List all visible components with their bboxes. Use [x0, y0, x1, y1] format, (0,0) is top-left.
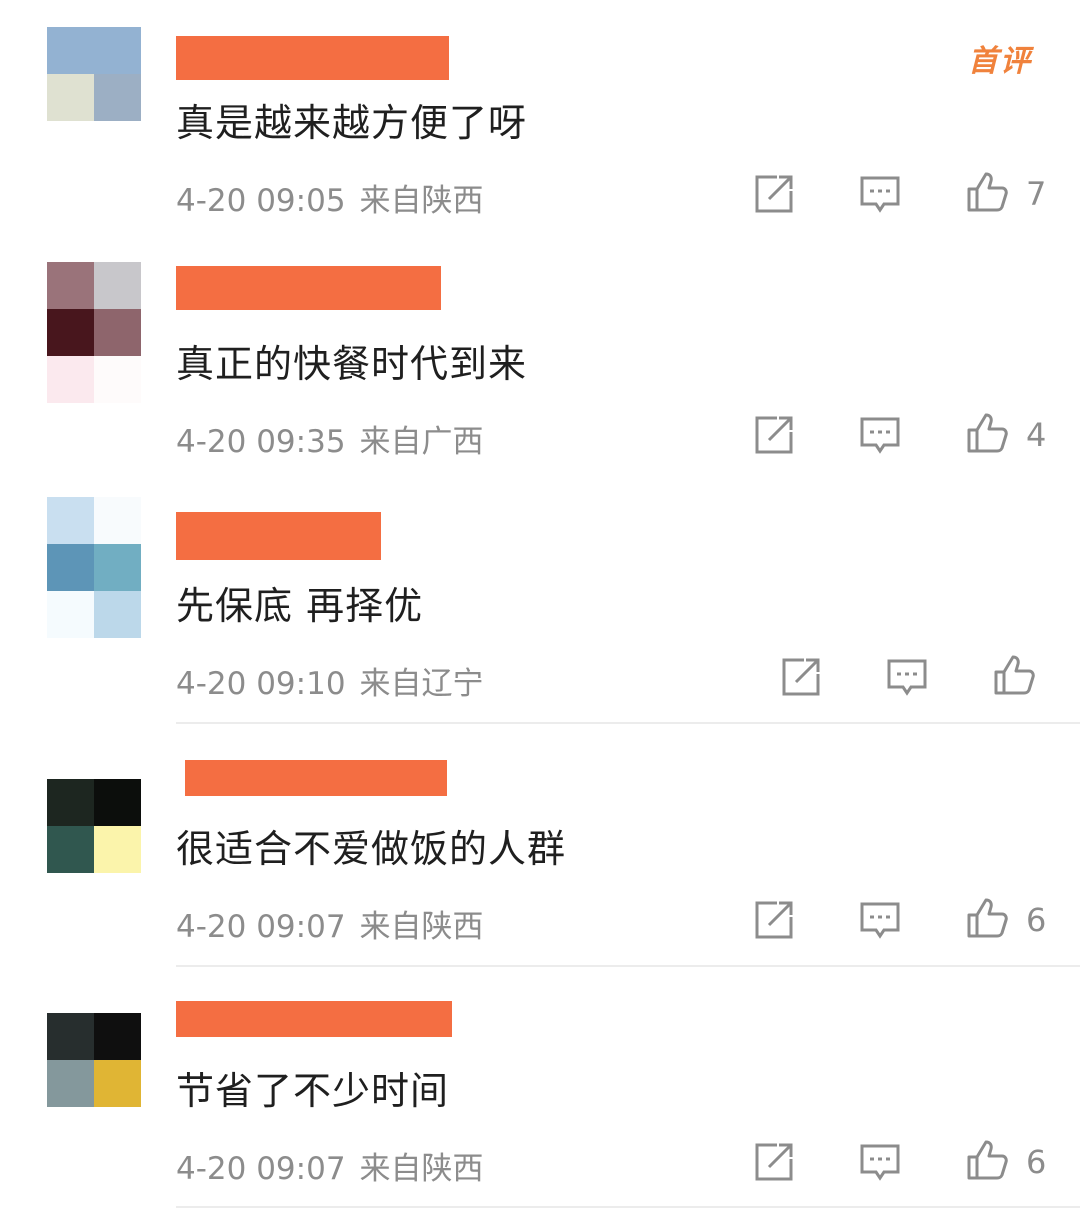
comment-meta: 4-20 09:10 来自辽宁 [176, 658, 484, 703]
comment-time: 4-20 09:07 [176, 909, 346, 945]
comment-text: 真是越来越方便了呀 [176, 101, 528, 145]
like-count: 6 [1026, 1143, 1047, 1181]
username-redacted[interactable] [185, 760, 447, 796]
avatar[interactable] [47, 1013, 141, 1107]
comment-time: 4-20 09:35 [176, 424, 346, 460]
divider [176, 722, 1080, 724]
thumbs-up-icon[interactable] [966, 1139, 1008, 1181]
share-icon[interactable] [753, 414, 795, 456]
first-comment-badge: 首评 [968, 44, 1032, 79]
comment-icon[interactable] [859, 414, 901, 456]
comment-time: 4-20 09:05 [176, 183, 346, 219]
comment-icon[interactable] [859, 1141, 901, 1183]
thumbs-up-icon[interactable] [966, 412, 1008, 454]
like-count: 6 [1026, 901, 1047, 939]
comment-icon[interactable] [859, 173, 901, 215]
comment-location: 来自陕西 [359, 909, 484, 945]
comment-meta: 4-20 09:35 来自广西 [176, 416, 484, 461]
divider [176, 1206, 1080, 1208]
like-count: 4 [1026, 416, 1047, 454]
comment-location: 来自辽宁 [359, 666, 484, 702]
comment-location: 来自广西 [359, 424, 484, 460]
avatar[interactable] [47, 262, 141, 403]
thumbs-up-icon[interactable] [993, 654, 1035, 696]
comment-time: 4-20 09:07 [176, 1151, 346, 1187]
share-icon[interactable] [753, 899, 795, 941]
comment-meta: 4-20 09:07 来自陕西 [176, 1143, 484, 1188]
comment-meta: 4-20 09:05 来自陕西 [176, 175, 484, 220]
avatar[interactable] [47, 779, 141, 873]
like-count: 7 [1026, 175, 1047, 213]
thumbs-up-icon[interactable] [966, 171, 1008, 213]
comment-text: 节省了不少时间 [176, 1069, 450, 1113]
share-icon[interactable] [753, 1141, 795, 1183]
thumbs-up-icon[interactable] [966, 897, 1008, 939]
comment-location: 来自陕西 [359, 1151, 484, 1187]
comment-text: 真正的快餐时代到来 [176, 342, 528, 386]
avatar[interactable] [47, 497, 141, 638]
comment-location: 来自陕西 [359, 183, 484, 219]
comment-time: 4-20 09:10 [176, 666, 346, 702]
username-redacted[interactable] [176, 266, 441, 310]
share-icon[interactable] [780, 656, 822, 698]
username-redacted[interactable] [176, 512, 381, 560]
comment-text: 先保底 再择优 [176, 584, 424, 628]
username-redacted[interactable] [176, 1001, 452, 1037]
comment-icon[interactable] [886, 656, 928, 698]
username-redacted[interactable] [176, 36, 449, 80]
comment-icon[interactable] [859, 899, 901, 941]
comment-text: 很适合不爱做饭的人群 [176, 827, 567, 871]
share-icon[interactable] [753, 173, 795, 215]
comment-meta: 4-20 09:07 来自陕西 [176, 901, 484, 946]
divider [176, 965, 1080, 967]
avatar[interactable] [47, 27, 141, 121]
